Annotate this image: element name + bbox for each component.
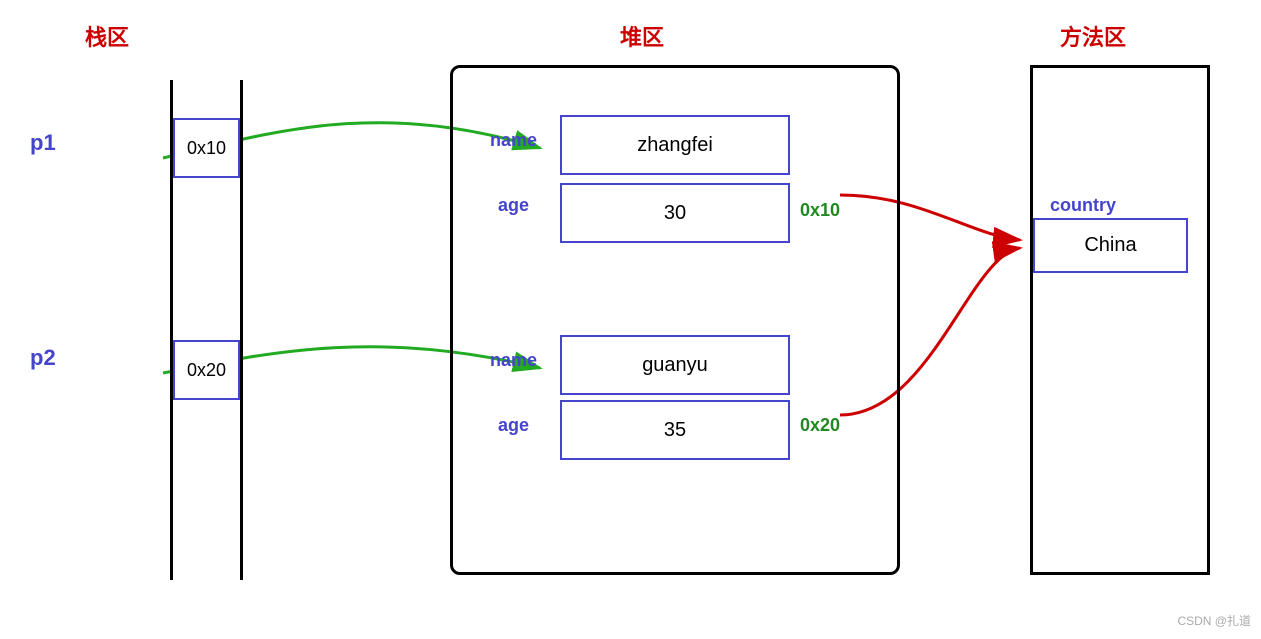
- heap-title: 堆区: [620, 20, 664, 52]
- heap-obj1-name-box: zhangfei: [560, 115, 790, 175]
- heap-obj1-age-label: age: [498, 195, 529, 216]
- method-country-box: China: [1033, 218, 1188, 273]
- heap-obj1-name-label: name: [490, 130, 537, 151]
- heap-obj2-name-box: guanyu: [560, 335, 790, 395]
- heap-obj2-age-box: 35: [560, 400, 790, 460]
- stack-title: 栈区: [85, 20, 129, 52]
- method-title: 方法区: [1060, 20, 1126, 52]
- heap-obj2-addr: 0x20: [800, 415, 840, 436]
- method-country-label: country: [1050, 195, 1116, 216]
- diagram: 栈区 p1 0x10 p2 0x20 堆区 name zhangfei age …: [0, 0, 1261, 639]
- watermark: CSDN @扎道: [1177, 612, 1251, 629]
- p1-label: p1: [30, 130, 56, 156]
- heap-obj1-age-box: 30: [560, 183, 790, 243]
- p2-label: p2: [30, 345, 56, 371]
- stack-right-border: [240, 80, 243, 580]
- p2-cell: 0x20: [173, 340, 240, 400]
- heap-obj2-name-label: name: [490, 350, 537, 371]
- heap-obj1-addr: 0x10: [800, 200, 840, 221]
- method-area: [1030, 65, 1210, 575]
- heap-obj2-age-label: age: [498, 415, 529, 436]
- p1-cell: 0x10: [173, 118, 240, 178]
